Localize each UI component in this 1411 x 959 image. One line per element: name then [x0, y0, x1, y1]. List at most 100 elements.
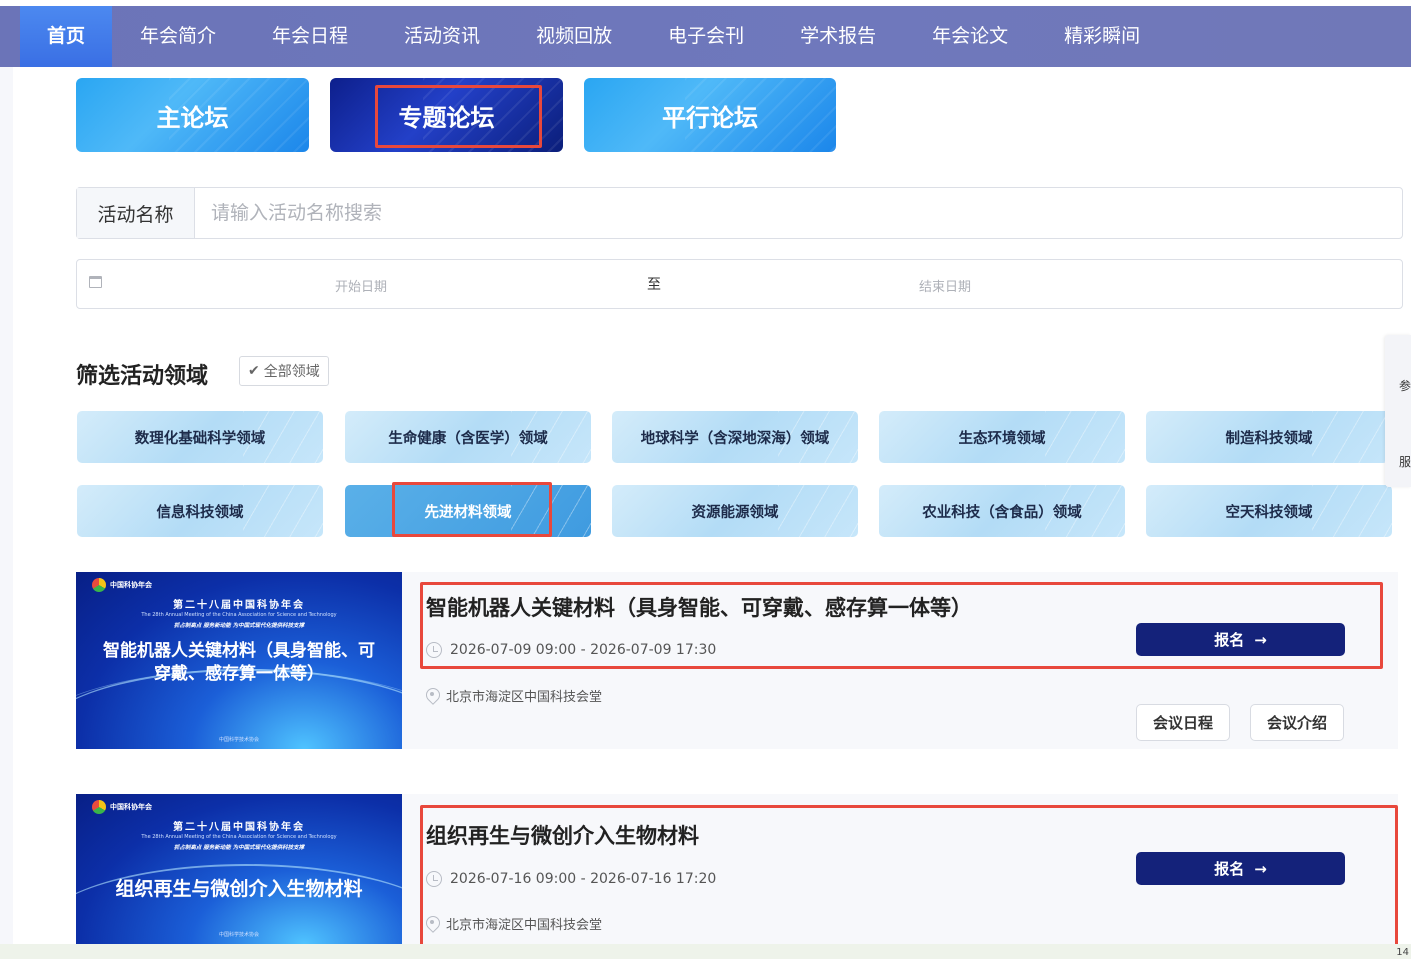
search-label: 活动名称 [77, 188, 195, 238]
location-pin-icon [426, 688, 438, 704]
left-margin [0, 67, 13, 959]
search-input[interactable] [195, 188, 1402, 238]
clock-icon [426, 642, 442, 658]
calendar-icon [89, 276, 102, 288]
chip-decoration [511, 485, 591, 537]
field-label: 地球科学（含深地深海）领域 [640, 430, 830, 447]
date-range-picker[interactable]: 开始日期 至 结束日期 [76, 259, 1403, 309]
nav-item-papers[interactable]: 年会论文 [904, 6, 1036, 67]
register-button[interactable]: 报名 → [1136, 852, 1345, 885]
nav-item-reports[interactable]: 学术报告 [772, 6, 904, 67]
logo-text: 中国科协年会 [110, 581, 152, 589]
chip-decoration [1312, 411, 1392, 463]
thumb-heading: 第二十八届中国科协年会 [173, 822, 305, 833]
thumb-subheading: The 28th Annual Meeting of the China Ass… [141, 612, 337, 618]
check-icon: ✔ [248, 363, 260, 379]
thumb-slogan: 抓占制高点 服务新动能 为中国式现代化提供科技支撑 [173, 845, 305, 851]
field-chip-active[interactable]: 先进材料领域 [345, 485, 591, 537]
event-thumbnail[interactable]: 中国科协年会 第二十八届中国科协年会 The 28th Annual Meeti… [76, 572, 402, 749]
tab-parallel-forum-label: 平行论坛 [662, 103, 758, 132]
thumb-subheading: The 28th Annual Meeting of the China Ass… [141, 834, 337, 840]
all-fields-button[interactable]: ✔ 全部领域 [239, 356, 329, 386]
logo-text: 中国科协年会 [110, 803, 152, 811]
field-chip[interactable]: 生命健康（含医学）领域 [345, 411, 591, 463]
top-nav: 首页 年会简介 年会日程 活动资讯 视频回放 电子会刊 学术报告 年会论文 精彩… [0, 0, 1411, 67]
nav-item-schedule[interactable]: 年会日程 [244, 6, 376, 67]
bottom-taskbar: 14 [0, 944, 1411, 959]
event-location-text: 北京市海淀区中国科技会堂 [446, 690, 603, 705]
field-chip[interactable]: 地球科学（含深地深海）领域 [612, 411, 858, 463]
register-label: 报名 [1214, 860, 1245, 878]
tab-parallel-forum[interactable]: 平行论坛 [584, 78, 836, 152]
field-label: 空天科技领域 [1225, 504, 1313, 521]
agenda-button[interactable]: 会议日程 [1136, 704, 1230, 741]
register-label: 报名 [1214, 631, 1245, 649]
taskbar-text: 14 [1396, 947, 1409, 958]
event-time: 2026-07-09 09:00 - 2026-07-09 17:30 [426, 642, 716, 658]
tab-main-forum-label: 主论坛 [156, 103, 229, 132]
nav-item-home[interactable]: 首页 [20, 6, 113, 67]
chip-decoration [1312, 485, 1392, 537]
thumb-footer: 中国科学技术协会 [218, 737, 259, 743]
event-card: 中国科协年会 第二十八届中国科协年会 The 28th Annual Meeti… [76, 794, 1398, 944]
activity-search: 活动名称 [76, 187, 1403, 239]
register-button[interactable]: 报名 → [1136, 623, 1345, 656]
nav-item-intro[interactable]: 年会简介 [112, 6, 244, 67]
field-label: 农业科技（含食品）领域 [922, 504, 1082, 521]
field-label: 生命健康（含医学）领域 [388, 430, 548, 447]
field-chip[interactable]: 农业科技（含食品）领域 [879, 485, 1125, 537]
nav-item-news[interactable]: 活动资讯 [376, 6, 508, 67]
event-location-text: 北京市海淀区中国科技会堂 [446, 918, 603, 933]
field-chip[interactable]: 生态环境领域 [879, 411, 1125, 463]
logo-icon [92, 800, 106, 814]
field-chip[interactable]: 空天科技领域 [1146, 485, 1392, 537]
event-time-text: 2026-07-16 09:00 - 2026-07-16 17:20 [450, 871, 717, 887]
field-label: 资源能源领域 [691, 504, 779, 521]
arrow-right-icon: → [1254, 859, 1267, 878]
nav-item-moments[interactable]: 精彩瞬间 [1036, 6, 1168, 67]
thumb-heading: 第二十八届中国科协年会 [173, 600, 305, 611]
side-float-text: 参 [1399, 379, 1411, 393]
event-location: 北京市海淀区中国科技会堂 [426, 686, 602, 705]
side-float-panel[interactable]: 参 服 [1385, 335, 1411, 487]
event-card: 中国科协年会 第二十八届中国科协年会 The 28th Annual Meeti… [76, 572, 1398, 749]
filter-title: 筛选活动领域 [76, 364, 209, 389]
start-date-input[interactable]: 开始日期 [335, 276, 395, 295]
thumb-slogan: 抓占制高点 服务新动能 为中国式现代化提供科技支撑 [173, 623, 305, 629]
event-title[interactable]: 智能机器人关键材料（具身智能、可穿戴、感存算一体等） [426, 592, 972, 622]
field-chip[interactable]: 制造科技领域 [1146, 411, 1392, 463]
thumb-title: 组织再生与微创介入生物材料 [115, 878, 363, 900]
intro-button[interactable]: 会议介绍 [1250, 704, 1344, 741]
field-label: 先进材料领域 [424, 504, 512, 521]
field-label: 制造科技领域 [1225, 430, 1313, 447]
thumb-title: 智能机器人关键材料（具身智能、可穿戴、感存算一体等） [103, 641, 375, 684]
clock-icon [426, 871, 442, 887]
nav-item-video[interactable]: 视频回放 [508, 6, 640, 67]
event-time: 2026-07-16 09:00 - 2026-07-16 17:20 [426, 871, 716, 887]
all-fields-label: 全部领域 [263, 364, 320, 380]
cast-logo: 中国科协年会 [92, 800, 152, 814]
nav-item-ebook[interactable]: 电子会刊 [640, 6, 772, 67]
field-label: 信息科技领域 [156, 504, 244, 521]
cast-logo: 中国科协年会 [92, 578, 152, 592]
arrow-right-icon: → [1254, 630, 1267, 649]
logo-icon [92, 578, 106, 592]
field-chip[interactable]: 数理化基础科学领域 [77, 411, 323, 463]
field-chip[interactable]: 信息科技领域 [77, 485, 323, 537]
location-pin-icon [426, 916, 438, 932]
tab-topic-forum[interactable]: 专题论坛 [330, 78, 563, 152]
chip-decoration [243, 485, 323, 537]
field-label: 数理化基础科学领域 [134, 430, 266, 447]
end-date-input[interactable]: 结束日期 [919, 276, 979, 295]
chip-decoration [1045, 411, 1125, 463]
tab-main-forum[interactable]: 主论坛 [76, 78, 309, 152]
field-chip[interactable]: 资源能源领域 [612, 485, 858, 537]
date-separator: 至 [647, 277, 661, 293]
chip-decoration [778, 485, 858, 537]
event-title[interactable]: 组织再生与微创介入生物材料 [426, 820, 699, 850]
thumb-footer: 中国科学技术协会 [218, 932, 259, 938]
tab-topic-forum-label: 专题论坛 [398, 103, 495, 132]
event-thumbnail[interactable]: 中国科协年会 第二十八届中国科协年会 The 28th Annual Meeti… [76, 794, 402, 944]
field-label: 生态环境领域 [958, 430, 1046, 447]
event-location: 北京市海淀区中国科技会堂 [426, 914, 602, 933]
